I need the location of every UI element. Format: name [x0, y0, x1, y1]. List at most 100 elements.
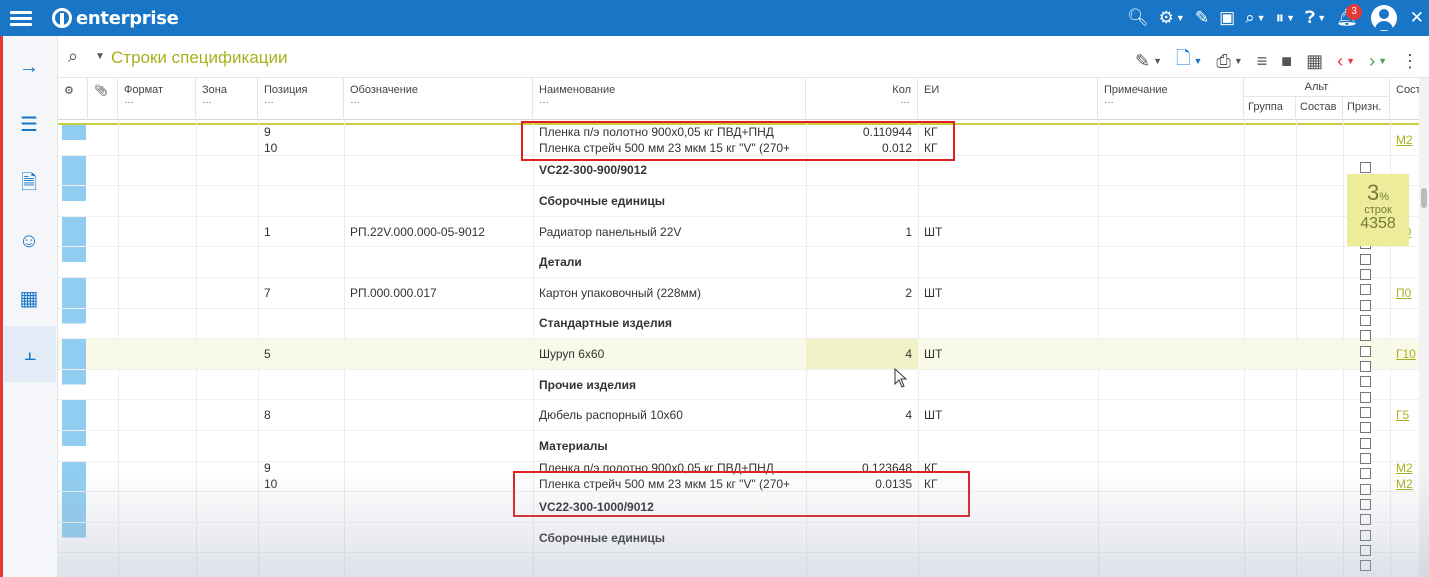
document-list-icon[interactable]: ☰	[14, 110, 44, 140]
sign-checkbox[interactable]	[1360, 392, 1371, 403]
sign-checkbox[interactable]	[1360, 560, 1371, 571]
new-document-icon[interactable]: 🗋 ▼	[1176, 46, 1202, 76]
sign-checkbox[interactable]	[1360, 468, 1371, 479]
sign-checkbox[interactable]	[1360, 545, 1371, 556]
next-arrow-icon[interactable]: › ▼	[1369, 51, 1387, 72]
table-row-selected[interactable]: 5 Шуруп 6х60 4 ШТ Г10	[58, 339, 1429, 370]
table-row[interactable]: Стандартные изделия	[58, 308, 1429, 340]
cell-position: 9 10	[264, 125, 278, 155]
cell-unit: ШТ	[924, 285, 943, 300]
highlight-box-top	[521, 121, 955, 161]
arrow-right-icon[interactable]: →	[14, 52, 44, 82]
page-title: Строки спецификации	[111, 48, 288, 67]
sign-checkbox[interactable]	[1360, 300, 1371, 311]
settings-icon[interactable]: ⚙ ▼	[1159, 8, 1185, 28]
row-marker	[62, 216, 86, 247]
chevron-down-icon: ▼	[1175, 13, 1185, 23]
menu-icon[interactable]	[10, 8, 32, 28]
search-menu-icon[interactable]: ⌕ ▼	[1245, 8, 1265, 28]
table-row[interactable]: 7 РП.000.000.017 Картон упаковочный (228…	[58, 277, 1429, 309]
sign-checkbox[interactable]	[1360, 162, 1371, 173]
attachment-icon[interactable]: 📎︎	[88, 78, 118, 120]
archive-icon[interactable]: ▣	[1219, 8, 1235, 28]
sign-checkbox[interactable]	[1360, 269, 1371, 280]
help-icon[interactable]: ❓︎ ▼	[1305, 8, 1326, 28]
sign-checkbox[interactable]	[1360, 284, 1371, 295]
sign-checkbox[interactable]	[1360, 514, 1371, 525]
cell-position: 7	[264, 285, 271, 300]
col-zone[interactable]: Зона…	[196, 78, 258, 120]
col-qty[interactable]: Кол…	[806, 78, 918, 120]
col-format[interactable]: Формат…	[118, 78, 196, 120]
pencil-icon[interactable]: ✎ ▼	[1135, 51, 1162, 72]
sign-checkbox[interactable]	[1360, 530, 1371, 541]
table-row[interactable]: Материалы	[58, 430, 1429, 462]
progress-count: 4358	[1360, 215, 1396, 232]
pause-icon[interactable]: ⏸︎ ▼	[1276, 8, 1295, 28]
sign-checkbox[interactable]	[1360, 422, 1371, 433]
sign-checkbox[interactable]	[1360, 330, 1371, 341]
user-avatar[interactable]	[1370, 5, 1397, 31]
search-icon[interactable]: ⌕	[68, 46, 78, 67]
table-row[interactable]: 1 РП.22V.000.000-05-9012 Радиатор панель…	[58, 216, 1429, 248]
col-sign[interactable]: Призн.	[1343, 96, 1390, 120]
sign-checkbox[interactable]	[1360, 254, 1371, 265]
cell-position: 5	[264, 346, 271, 361]
cell-qty[interactable]: 4	[806, 339, 918, 369]
notifications-icon[interactable]: 🔔︎ 3	[1336, 4, 1363, 28]
search-icon[interactable]: 🔍︎	[1127, 8, 1149, 28]
file-icon[interactable]: 🗎	[14, 168, 44, 198]
row-marker	[62, 277, 86, 308]
chevron-down-icon[interactable]: ▼	[95, 51, 105, 62]
col-designation[interactable]: Обозначение…	[344, 78, 533, 120]
col-unit[interactable]: ЕИ	[918, 78, 1098, 120]
sign-checkbox[interactable]	[1360, 499, 1371, 510]
row-marker	[62, 186, 86, 216]
cell-name: Сборочные единицы	[539, 530, 665, 545]
filter-icon[interactable]: ≡	[1257, 51, 1268, 72]
edit-note-icon[interactable]: ✎	[1195, 8, 1209, 28]
sign-checkbox[interactable]	[1360, 376, 1371, 387]
tree-structure-icon[interactable]: ⫠	[4, 326, 56, 382]
col-name[interactable]: Наименование…	[533, 78, 806, 120]
table-row[interactable]: Прочие изделия	[58, 369, 1429, 401]
progress-percent: 3	[1366, 180, 1380, 205]
sign-checkbox[interactable]	[1360, 315, 1371, 326]
col-note[interactable]: Примечание…	[1098, 78, 1244, 120]
sign-checkbox[interactable]	[1360, 407, 1371, 418]
prev-arrow-icon[interactable]: ‹ ▼	[1337, 51, 1355, 72]
layout-icon[interactable]: ▦	[1306, 51, 1323, 72]
sign-checkbox[interactable]	[1360, 453, 1371, 464]
app-logo[interactable]: enterprise	[52, 6, 179, 30]
building-icon[interactable]: ▦	[14, 284, 44, 314]
table-row[interactable]: Сборочные единицы	[58, 522, 1429, 554]
vertical-scrollbar[interactable]	[1419, 78, 1429, 577]
cell-qty: 2	[905, 285, 912, 300]
top-app-bar: enterprise 🔍︎ ⚙ ▼ ✎ ▣ ⌕ ▼ ⏸︎ ▼ ❓︎ ▼ 🔔︎ 3 ✕	[0, 0, 1429, 36]
cube-icon[interactable]: ■	[1281, 51, 1292, 72]
table-row[interactable]: 8 Дюбель распорный 10х60 4 ШТ Г5	[58, 400, 1429, 431]
sign-checkbox[interactable]	[1360, 438, 1371, 449]
scrollbar-thumb[interactable]	[1421, 188, 1427, 208]
cell-name: Радиатор панельный 22V	[539, 224, 682, 239]
more-vert-icon[interactable]: ⋮	[1401, 51, 1419, 72]
table-row[interactable]: Сборочные единицы	[58, 186, 1429, 217]
cell-name: Дюбель распорный 10х60	[539, 408, 683, 423]
mouse-cursor-icon	[894, 368, 908, 388]
sign-checkbox[interactable]	[1360, 346, 1371, 357]
col-group[interactable]: Группа	[1244, 96, 1296, 120]
row-marker	[62, 461, 86, 492]
table-row[interactable]: Детали	[58, 247, 1429, 278]
cell-position: 8	[264, 408, 271, 423]
chevron-down-icon: ▼	[1286, 13, 1296, 23]
close-icon[interactable]: ✕	[1410, 8, 1424, 28]
sign-checkbox[interactable]	[1360, 361, 1371, 372]
print-icon[interactable]: ⎙ ▼	[1216, 51, 1242, 72]
col-position[interactable]: Позиция…	[258, 78, 344, 120]
left-sidebar: → ☰ 🗎 ☺ ▦ ⫠	[0, 36, 58, 577]
user-check-icon[interactable]: ☺	[14, 226, 44, 256]
col-composition[interactable]: Состав	[1296, 96, 1343, 120]
gear-icon[interactable]: ⚙	[58, 78, 88, 120]
grid-header: ⚙ 📎︎ Формат… Зона… Позиция… Обозначение……	[58, 78, 1429, 120]
sign-checkbox[interactable]	[1360, 484, 1371, 495]
